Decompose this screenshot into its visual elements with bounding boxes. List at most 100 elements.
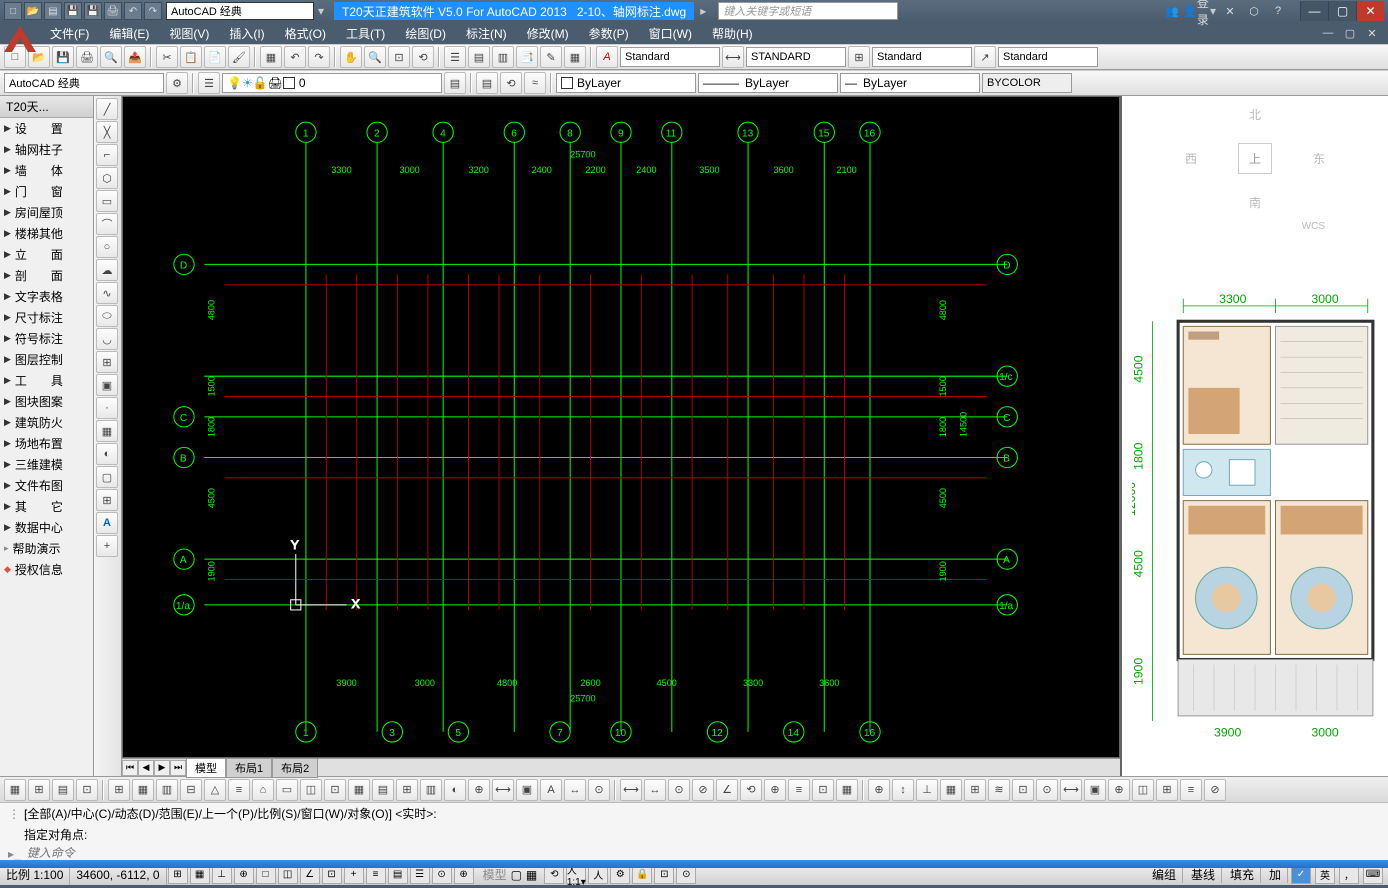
btool-d6[interactable]: ⟲ xyxy=(740,779,762,801)
polar-btn[interactable]: ⊕ xyxy=(234,866,254,884)
doc-restore-button[interactable]: ▢ xyxy=(1340,24,1360,42)
btool-d5[interactable]: ∠ xyxy=(716,779,738,801)
btool-s13[interactable]: ⊞ xyxy=(1156,779,1178,801)
btool-s9[interactable]: ⟷ xyxy=(1060,779,1082,801)
layermatch-btn[interactable]: ≈ xyxy=(524,72,546,94)
dyn-btn[interactable]: + xyxy=(344,866,364,884)
iso-btn[interactable]: ⊙ xyxy=(676,866,696,884)
btool-6[interactable]: ▦ xyxy=(132,779,154,801)
t20-item-wall[interactable]: ▶墙 体 xyxy=(0,160,93,181)
ime-btn[interactable]: ✓ xyxy=(1291,866,1311,884)
btool-s14[interactable]: ≡ xyxy=(1180,779,1202,801)
tab-last-btn[interactable]: ⏭ xyxy=(170,760,186,776)
btool-14[interactable]: ⊡ xyxy=(324,779,346,801)
btool-25[interactable]: ⊙ xyxy=(588,779,610,801)
spline-btn[interactable]: ∿ xyxy=(96,282,118,304)
paste-btn[interactable]: 📄 xyxy=(204,46,226,68)
tab-layout2[interactable]: 布局2 xyxy=(272,758,318,778)
t20-item-3d[interactable]: ▶三维建模 xyxy=(0,454,93,475)
btool-s11[interactable]: ⊕ xyxy=(1108,779,1130,801)
mtext-btn[interactable]: A xyxy=(96,512,118,534)
point-btn[interactable]: · xyxy=(96,397,118,419)
textstyle-icon[interactable]: A xyxy=(596,46,618,68)
signin-button[interactable]: 👤 登录 xyxy=(1186,2,1206,20)
layerprev-btn[interactable]: ⟲ xyxy=(500,72,522,94)
btool-s12[interactable]: ◫ xyxy=(1132,779,1154,801)
ime-keyboard[interactable]: ⌨ xyxy=(1363,866,1383,884)
qat-save[interactable]: 💾 xyxy=(64,2,82,20)
layerstate-btn[interactable]: ▤ xyxy=(444,72,466,94)
insertblock-btn[interactable]: ⊞ xyxy=(96,351,118,373)
t20-item-other[interactable]: ▶其 它 xyxy=(0,496,93,517)
hw-btn[interactable]: ⊡ xyxy=(654,866,674,884)
tpy-btn[interactable]: ▤ xyxy=(388,866,408,884)
btool-d7[interactable]: ⊕ xyxy=(764,779,786,801)
tab-prev-btn[interactable]: ◀ xyxy=(138,760,154,776)
btool-s3[interactable]: ⊥ xyxy=(916,779,938,801)
btool-12[interactable]: ▭ xyxy=(276,779,298,801)
publish-btn[interactable]: 📤 xyxy=(124,46,146,68)
exchange-icon[interactable]: ✕ xyxy=(1220,2,1240,20)
arc-btn[interactable]: ⌒ xyxy=(96,213,118,235)
btool-13[interactable]: ◫ xyxy=(300,779,322,801)
copy-btn[interactable]: 📋 xyxy=(180,46,202,68)
ellipsearc-btn[interactable]: ◡ xyxy=(96,328,118,350)
t20-item-block[interactable]: ▶图块图案 xyxy=(0,391,93,412)
dimstyle-combo[interactable]: STANDARD xyxy=(746,47,846,67)
menu-tools[interactable]: 工具(T) xyxy=(336,23,395,44)
blockeditor-btn[interactable]: ▦ xyxy=(260,46,282,68)
annoauto-btn[interactable]: 人 xyxy=(588,866,608,884)
btool-s7[interactable]: ⊡ xyxy=(1012,779,1034,801)
drawing-canvas[interactable]: 1 2 4 6 8 9 11 13 15 16 1 3 5 7 xyxy=(122,96,1120,758)
autocad-logo-icon[interactable] xyxy=(2,22,38,58)
menu-window[interactable]: 窗口(W) xyxy=(639,23,702,44)
region-btn[interactable]: ▢ xyxy=(96,466,118,488)
qat-open[interactable]: 📂 xyxy=(24,2,42,20)
mode-group[interactable]: 编组 xyxy=(1146,866,1183,883)
ime-lang[interactable]: 英 xyxy=(1315,866,1335,884)
maximize-button[interactable]: ▢ xyxy=(1328,1,1356,21)
minimize-button[interactable]: — xyxy=(1300,1,1328,21)
toolpalette-btn[interactable]: ▥ xyxy=(492,46,514,68)
ellipse-btn[interactable]: ⬭ xyxy=(96,305,118,327)
btool-s8[interactable]: ⊙ xyxy=(1036,779,1058,801)
qat-undo[interactable]: ↶ xyxy=(124,2,142,20)
t20-item-text[interactable]: ▶文字表格 xyxy=(0,286,93,307)
btool-19[interactable]: ◐ xyxy=(444,779,466,801)
t20-item-layer[interactable]: ▶图层控制 xyxy=(0,349,93,370)
workspace-selector-top[interactable]: AutoCAD 经典 xyxy=(166,2,314,20)
workspace-combo[interactable]: AutoCAD 经典 xyxy=(4,73,164,93)
qat-tsheet[interactable]: ▤ xyxy=(44,2,62,20)
layeriso-btn[interactable]: ▤ xyxy=(476,72,498,94)
layer-combo[interactable]: 💡☀🔓🖨 0 xyxy=(222,73,442,93)
linetype-combo[interactable]: ———ByLayer xyxy=(698,73,838,93)
snap-btn[interactable]: ⊞ xyxy=(168,866,188,884)
ortho-btn[interactable]: ⊥ xyxy=(212,866,232,884)
ws-btn[interactable]: ⚙ xyxy=(610,866,630,884)
mleaderstyle-combo[interactable]: Standard xyxy=(998,47,1098,67)
am-btn[interactable]: ⊕ xyxy=(454,866,474,884)
btool-2[interactable]: ⊞ xyxy=(28,779,50,801)
btool-d3[interactable]: ⊙ xyxy=(668,779,690,801)
tablestyle-icon[interactable]: ⊞ xyxy=(848,46,870,68)
t20-item-filelayout[interactable]: ▶文件布图 xyxy=(0,475,93,496)
qat-new[interactable]: □ xyxy=(4,2,22,20)
btool-s1[interactable]: ⊕ xyxy=(868,779,890,801)
xline-btn[interactable]: ╳ xyxy=(96,121,118,143)
btool-24[interactable]: ↔ xyxy=(564,779,586,801)
annovis-btn[interactable]: 人1:1▾ xyxy=(566,866,586,884)
t20-item-helpdemo[interactable]: ▸帮助演示 xyxy=(0,538,93,559)
btool-9[interactable]: △ xyxy=(204,779,226,801)
btool-17[interactable]: ⊞ xyxy=(396,779,418,801)
quickcalc-btn[interactable]: ▦ xyxy=(564,46,586,68)
menu-dimension[interactable]: 标注(N) xyxy=(456,23,517,44)
menu-modify[interactable]: 修改(M) xyxy=(517,23,579,44)
lineweight-combo[interactable]: —ByLayer xyxy=(840,73,980,93)
t20-item-axis[interactable]: ▶轴网柱子 xyxy=(0,139,93,160)
btool-s2[interactable]: ↕ xyxy=(892,779,914,801)
btool-20[interactable]: ⊕ xyxy=(468,779,490,801)
btool-21[interactable]: ⟷ xyxy=(492,779,514,801)
stayconnected-icon[interactable]: ⬡ xyxy=(1244,2,1264,20)
3dosnap-btn[interactable]: ◫ xyxy=(278,866,298,884)
preview-btn[interactable]: 🔍 xyxy=(100,46,122,68)
